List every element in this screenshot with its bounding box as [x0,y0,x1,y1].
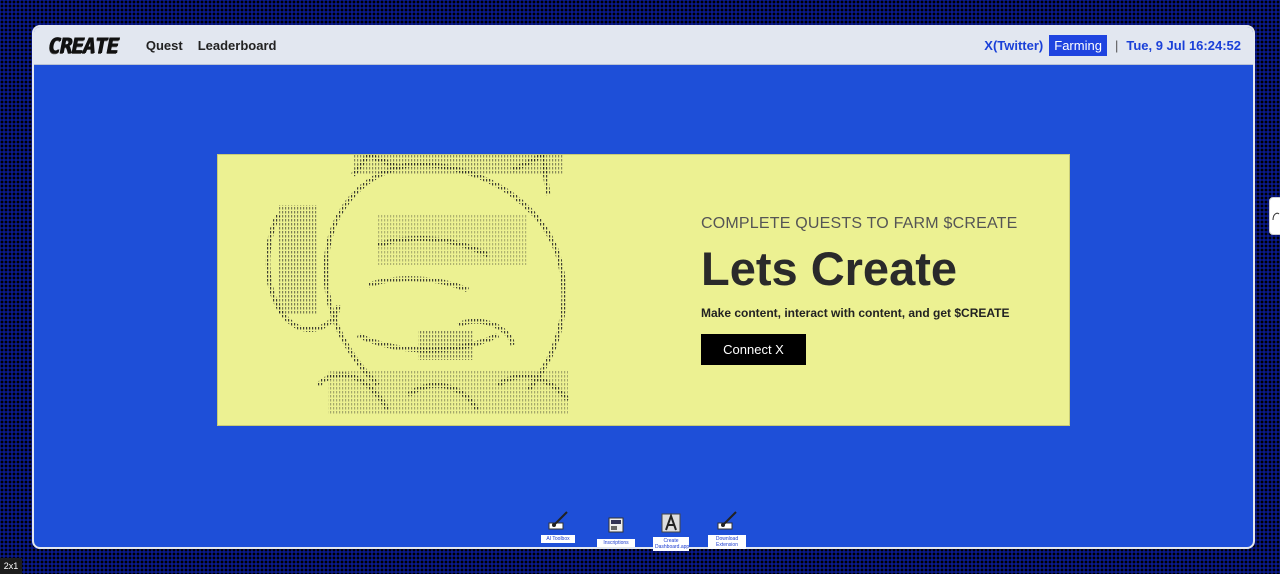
notepad-icon [604,514,628,536]
clock-display: Tue, 9 Jul 16:24:52 [1126,38,1241,53]
connect-x-button[interactable]: Connect X [701,334,806,365]
desktop-icon-create-dashboard[interactable]: Create Dashboard.app [653,512,689,551]
hero-text-block: COMPLETE QUESTS TO FARM $CREATE Lets Cre… [701,215,1041,365]
desktop-icon-inscriptions[interactable]: Inscriptions [597,514,635,547]
paintbrush-icon [715,510,739,532]
desktop-icon-label: Download Extension [708,535,746,549]
x-twitter-link[interactable]: X(Twitter) [984,38,1043,53]
top-navbar: CREATE Quest Leaderboard X(Twitter) Farm… [34,27,1253,65]
farming-button[interactable]: Farming [1049,35,1107,56]
hero-kicker: COMPLETE QUESTS TO FARM $CREATE [701,215,1018,232]
app-a-icon [659,512,683,534]
app-window: CREATE Quest Leaderboard X(Twitter) Farm… [32,25,1255,549]
hero-banner: COMPLETE QUESTS TO FARM $CREATE Lets Cre… [217,154,1070,426]
desktop-icon-ai-toolbox[interactable]: AI Toolbox [541,510,575,543]
desktop-icon-label: Inscriptions [597,539,635,547]
desktop-icon-label: Create Dashboard.app [653,537,690,551]
desktop-icon-download-extension[interactable]: Download Extension [708,510,746,549]
hero-title: Lets Create [701,242,957,295]
nav-leaderboard-link[interactable]: Leaderboard [198,38,277,53]
desktop-icon-label: AI Toolbox [541,535,575,543]
nav-separator: | [1114,38,1119,53]
ascii-character-art [265,155,570,415]
create-logo[interactable]: CREATE [48,34,119,58]
corner-badge: 2x1 [0,558,22,574]
hero-description: Make content, interact with content, and… [701,306,1010,320]
curve-arrow-icon [1272,212,1280,221]
navbar-right-group: X(Twitter) Farming | Tue, 9 Jul 16:24:52 [984,35,1241,56]
nav-quest-link[interactable]: Quest [146,38,183,53]
side-panel-tab[interactable] [1269,197,1280,235]
paintbrush-icon [546,510,570,532]
